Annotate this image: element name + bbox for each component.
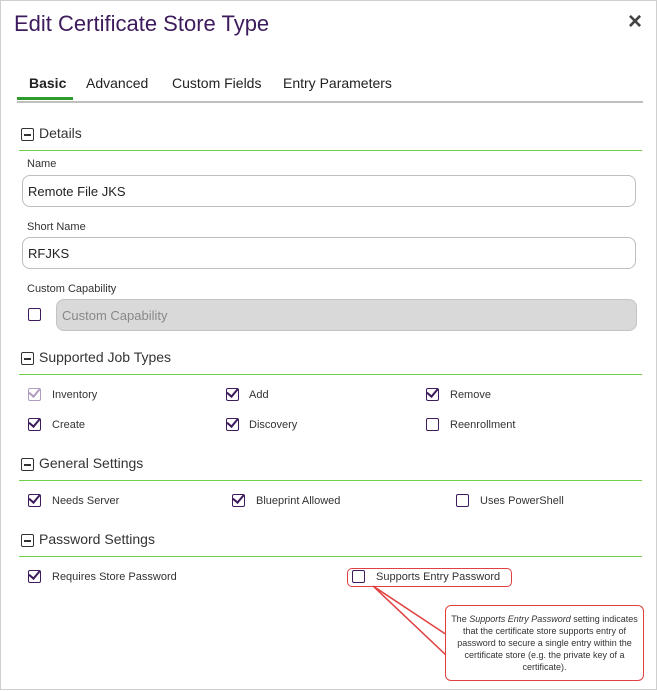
section-title: Details (39, 125, 82, 141)
short-name-input[interactable]: RFJKS (22, 237, 636, 269)
section-title: Password Settings (39, 531, 155, 547)
short-name-label: Short Name (27, 221, 86, 233)
reenrollment-label: Reenrollment (450, 419, 516, 431)
create-checkbox[interactable] (28, 418, 41, 431)
callout-highlight (347, 568, 512, 587)
requires-store-password-label: Requires Store Password (52, 571, 177, 583)
tab-basic[interactable]: Basic (29, 75, 66, 91)
custom-capability-label: Custom Capability (27, 283, 117, 295)
dialog-title: Edit Certificate Store Type (14, 11, 270, 36)
requires-store-password-checkbox[interactable] (28, 570, 41, 583)
inventory-checkbox (28, 388, 41, 401)
tab-advanced[interactable]: Advanced (86, 75, 148, 91)
add-checkbox[interactable] (226, 388, 239, 401)
tab-entry-parameters[interactable]: Entry Parameters (283, 75, 392, 91)
blueprint-allowed-checkbox[interactable] (232, 494, 245, 507)
name-label: Name (27, 158, 57, 170)
section-supported-job-types[interactable]: Supported Job Types (19, 346, 642, 375)
collapse-icon[interactable] (21, 352, 34, 365)
custom-capability-checkbox[interactable] (28, 308, 41, 321)
discovery-label: Discovery (249, 419, 298, 431)
remove-checkbox[interactable] (426, 388, 439, 401)
collapse-icon[interactable] (21, 534, 34, 547)
edit-certificate-store-type-dialog: Edit Certificate Store Type × Basic Adva… (0, 0, 657, 690)
inventory-label: Inventory (52, 389, 98, 401)
section-general-settings[interactable]: General Settings (19, 452, 642, 481)
needs-server-label: Needs Server (52, 495, 120, 507)
tab-bar: Basic Advanced Custom Fields Entry Param… (17, 71, 643, 103)
add-label: Add (249, 389, 269, 401)
collapse-icon[interactable] (21, 458, 34, 471)
discovery-checkbox[interactable] (226, 418, 239, 431)
callout-emphasis: Supports Entry Password (469, 614, 571, 624)
active-tab-indicator (17, 97, 73, 100)
collapse-icon[interactable] (21, 128, 34, 141)
section-title: General Settings (39, 455, 144, 471)
create-label: Create (52, 419, 86, 431)
custom-capability-input: Custom Capability (56, 299, 637, 331)
callout-prefix: The (451, 614, 470, 624)
uses-powershell-label: Uses PowerShell (480, 495, 564, 507)
name-input[interactable]: Remote File JKS (22, 175, 636, 207)
remove-label: Remove (450, 389, 491, 401)
uses-powershell-checkbox[interactable] (456, 494, 469, 507)
needs-server-checkbox[interactable] (28, 494, 41, 507)
callout-box: The Supports Entry Password setting indi… (445, 605, 644, 681)
blueprint-allowed-label: Blueprint Allowed (256, 495, 341, 507)
close-icon[interactable]: × (628, 10, 642, 34)
reenrollment-checkbox[interactable] (426, 418, 439, 431)
section-title: Supported Job Types (39, 349, 172, 365)
tab-custom-fields[interactable]: Custom Fields (172, 75, 261, 91)
section-password-settings[interactable]: Password Settings (19, 528, 642, 557)
section-details[interactable]: Details (19, 122, 642, 151)
